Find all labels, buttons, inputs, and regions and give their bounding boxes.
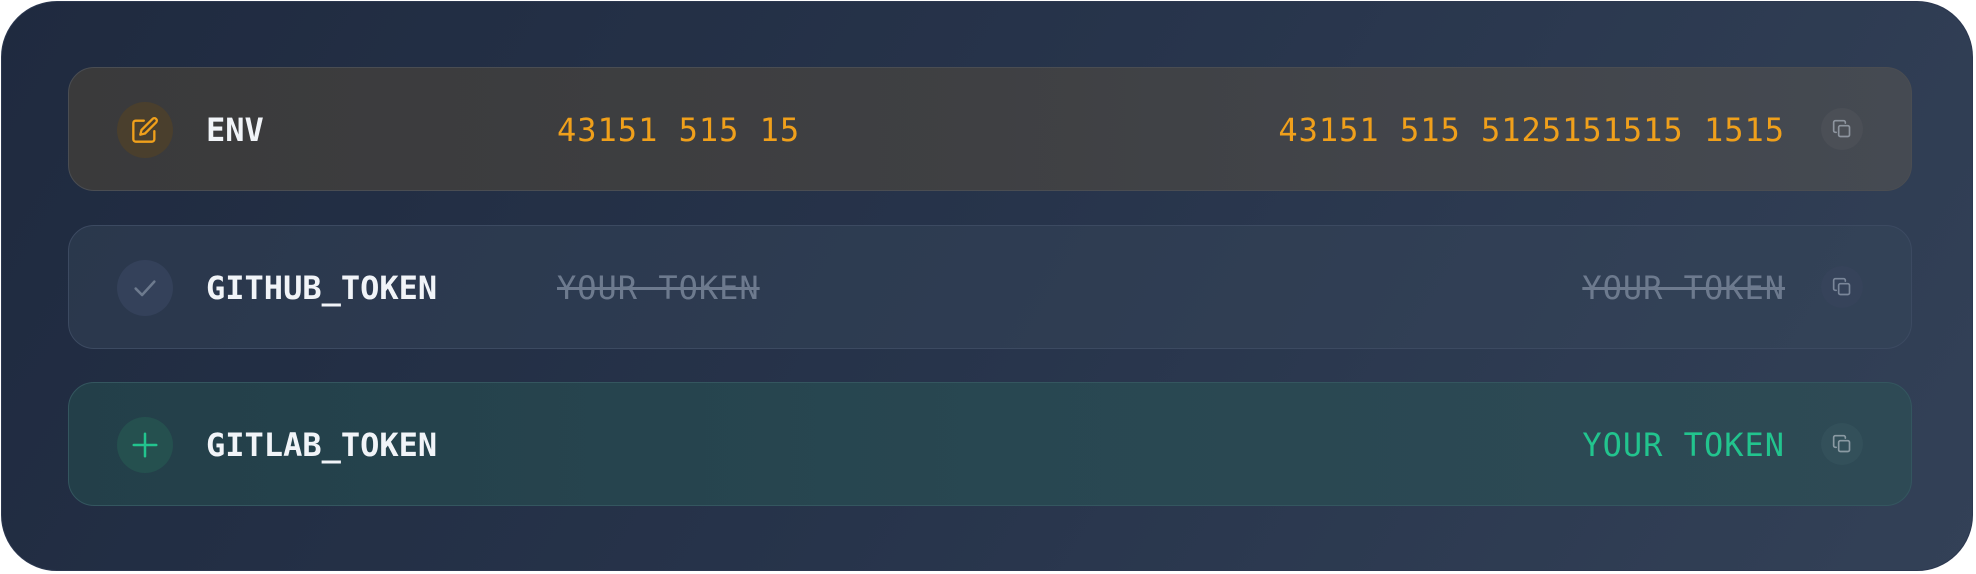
env-key: GITLAB_TOKEN (206, 426, 438, 464)
check-icon (117, 260, 173, 316)
copy-icon (1832, 434, 1852, 454)
old-value: YOUR TOKEN (557, 269, 760, 307)
copy-button[interactable] (1821, 266, 1863, 308)
new-value: 43151 515 5125151515 1515 (1278, 111, 1785, 149)
plus-icon (117, 417, 173, 473)
env-row-unchanged: GITHUB_TOKEN YOUR TOKEN YOUR TOKEN (68, 225, 1912, 349)
env-key: ENV (206, 111, 264, 149)
env-key: GITHUB_TOKEN (206, 269, 438, 307)
pencil-edit-icon (117, 102, 173, 158)
copy-icon (1832, 277, 1852, 297)
copy-icon (1832, 119, 1852, 139)
copy-button[interactable] (1821, 423, 1863, 465)
old-value: 43151 515 15 (557, 111, 801, 149)
env-row-added: GITLAB_TOKEN YOUR TOKEN (68, 382, 1912, 506)
env-row-modified: ENV 43151 515 15 43151 515 5125151515 15… (68, 67, 1912, 191)
copy-button[interactable] (1821, 108, 1863, 150)
env-diff-panel: ENV 43151 515 15 43151 515 5125151515 15… (1, 1, 1973, 571)
new-value: YOUR TOKEN (1582, 269, 1785, 307)
new-value: YOUR TOKEN (1582, 426, 1785, 464)
